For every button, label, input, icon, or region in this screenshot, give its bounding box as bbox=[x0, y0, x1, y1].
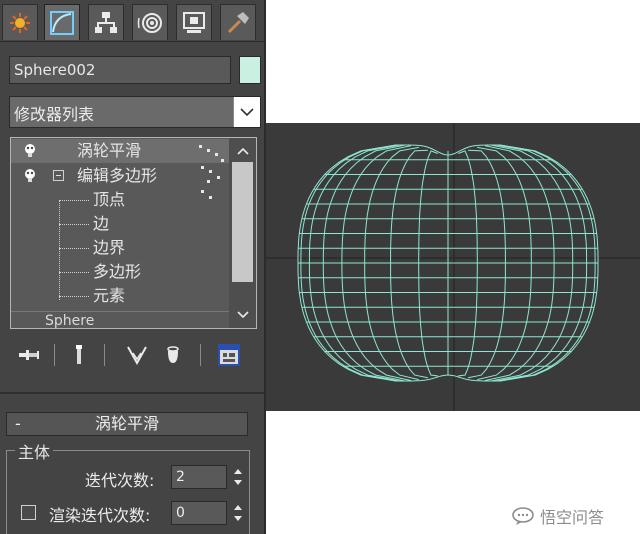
modify-icon bbox=[50, 10, 74, 35]
tab-underline bbox=[0, 41, 264, 42]
remove-modifier-button[interactable] bbox=[158, 340, 188, 370]
end-result-icon bbox=[76, 345, 82, 364]
configure-icon bbox=[218, 344, 240, 366]
stack-subitem-label: 顶点 bbox=[93, 190, 126, 209]
subobject-dot bbox=[209, 170, 212, 173]
tree-branch bbox=[59, 272, 89, 273]
stack-subitem-border[interactable]: 边界 bbox=[11, 236, 229, 260]
collapse-icon[interactable] bbox=[53, 170, 64, 181]
stack-subitem-polygon[interactable]: 多边形 bbox=[11, 260, 229, 284]
wireframe-mesh bbox=[266, 123, 640, 411]
panel-divider bbox=[0, 392, 264, 394]
make-unique-button[interactable] bbox=[122, 340, 152, 370]
hierarchy-icon bbox=[95, 11, 117, 33]
watermark-text: 悟空问答 bbox=[540, 508, 605, 527]
subobject-dot bbox=[201, 190, 204, 193]
tab-motion[interactable] bbox=[132, 4, 168, 40]
subobject-dot bbox=[209, 196, 212, 199]
turbosmooth-rollout-header[interactable]: - 涡轮平滑 bbox=[6, 412, 248, 436]
toolbar-separator bbox=[104, 344, 105, 366]
subobject-dot bbox=[217, 176, 220, 179]
show-end-result-button[interactable] bbox=[64, 340, 94, 370]
modifier-stack: 涡轮平滑 编辑多边形 顶点 边 边界 多边形 元素 Sphere bbox=[10, 137, 257, 329]
group-title: 主体 bbox=[15, 439, 54, 463]
stack-subitem-edge[interactable]: 边 bbox=[11, 212, 229, 236]
rollout-title: 涡轮平滑 bbox=[94, 414, 159, 433]
modifier-list-dropdown[interactable]: 修改器列表 bbox=[9, 96, 261, 128]
chevron-down-icon[interactable] bbox=[233, 97, 260, 127]
render-iterations-spinner[interactable]: 0 bbox=[171, 501, 227, 525]
stack-base-object[interactable]: Sphere bbox=[11, 311, 229, 329]
subobject-dot bbox=[207, 149, 210, 152]
modifier-list-label: 修改器列表 bbox=[14, 105, 95, 124]
stack-toolbar bbox=[10, 340, 260, 370]
object-name-field[interactable]: Sphere002 bbox=[9, 56, 231, 84]
stack-item-label: 涡轮平滑 bbox=[77, 141, 142, 160]
stack-item-edit-poly[interactable]: 编辑多边形 bbox=[11, 164, 229, 188]
motion-icon bbox=[137, 12, 162, 33]
stack-subitem-label: 边界 bbox=[93, 238, 126, 257]
watermark: 悟空问答 bbox=[512, 504, 604, 528]
stack-scrollbar[interactable] bbox=[229, 138, 256, 328]
stack-item-turbosmooth[interactable]: 涡轮平滑 bbox=[11, 139, 229, 163]
object-color-swatch[interactable] bbox=[239, 56, 261, 84]
tab-hierarchy[interactable] bbox=[88, 4, 124, 40]
tab-create[interactable] bbox=[2, 4, 38, 40]
base-object-label: Sphere bbox=[45, 313, 95, 329]
configure-modifier-sets-button[interactable] bbox=[214, 340, 244, 370]
pin-stack-button[interactable] bbox=[14, 340, 44, 370]
toolbar-separator bbox=[200, 344, 201, 366]
subobject-dot bbox=[215, 153, 218, 156]
stack-item-label: 编辑多边形 bbox=[77, 166, 158, 185]
speech-bubble-icon bbox=[512, 507, 534, 525]
tree-branch bbox=[59, 224, 89, 225]
lightbulb-icon[interactable] bbox=[23, 143, 37, 159]
stack-subitem-label: 边 bbox=[93, 214, 110, 233]
render-iterations-checkbox[interactable] bbox=[21, 505, 36, 520]
tree-branch bbox=[59, 296, 89, 297]
tab-modify[interactable] bbox=[44, 4, 80, 40]
tab-display[interactable] bbox=[176, 4, 212, 40]
create-icon bbox=[10, 12, 30, 33]
tree-trunk bbox=[59, 200, 60, 300]
scrollbar-thumb[interactable] bbox=[232, 162, 253, 282]
main-group: 主体 迭代次数: 2 渲染迭代次数: 0 bbox=[6, 439, 250, 534]
toolbar-separator bbox=[54, 344, 55, 366]
pin-icon bbox=[19, 350, 39, 360]
tree-branch bbox=[59, 200, 89, 201]
chevron-down-icon[interactable] bbox=[229, 304, 256, 326]
spinner-arrows-icon[interactable] bbox=[231, 501, 245, 525]
stack-subitem-label: 元素 bbox=[93, 286, 126, 305]
subobject-dot bbox=[199, 145, 202, 148]
stack-subitem-element[interactable]: 元素 bbox=[11, 284, 229, 308]
viewport[interactable] bbox=[266, 123, 640, 411]
chevron-up-icon[interactable] bbox=[229, 140, 256, 162]
subobject-dot bbox=[221, 159, 224, 162]
stack-subitem-vertex[interactable]: 顶点 bbox=[11, 188, 229, 212]
command-panel-tabs bbox=[2, 4, 260, 42]
subobject-dot bbox=[207, 180, 210, 183]
utilities-icon bbox=[227, 11, 249, 33]
tab-utilities[interactable] bbox=[220, 4, 256, 40]
lightbulb-icon[interactable] bbox=[23, 168, 37, 184]
spinner-arrows-icon[interactable] bbox=[231, 465, 245, 489]
render-iterations-label: 渲染迭代次数: bbox=[49, 506, 151, 525]
subobject-dot bbox=[201, 166, 204, 169]
display-icon bbox=[183, 11, 205, 33]
make-unique-icon bbox=[127, 346, 147, 365]
iterations-spinner[interactable]: 2 bbox=[171, 465, 227, 489]
stack-subitem-label: 多边形 bbox=[93, 262, 142, 281]
tree-branch bbox=[59, 248, 89, 249]
command-panel: Sphere002 修改器列表 涡轮平滑 编辑多边形 顶点 边 边界 多边形 元… bbox=[0, 0, 266, 534]
trash-icon bbox=[167, 346, 179, 363]
iterations-label: 迭代次数: bbox=[85, 471, 155, 490]
